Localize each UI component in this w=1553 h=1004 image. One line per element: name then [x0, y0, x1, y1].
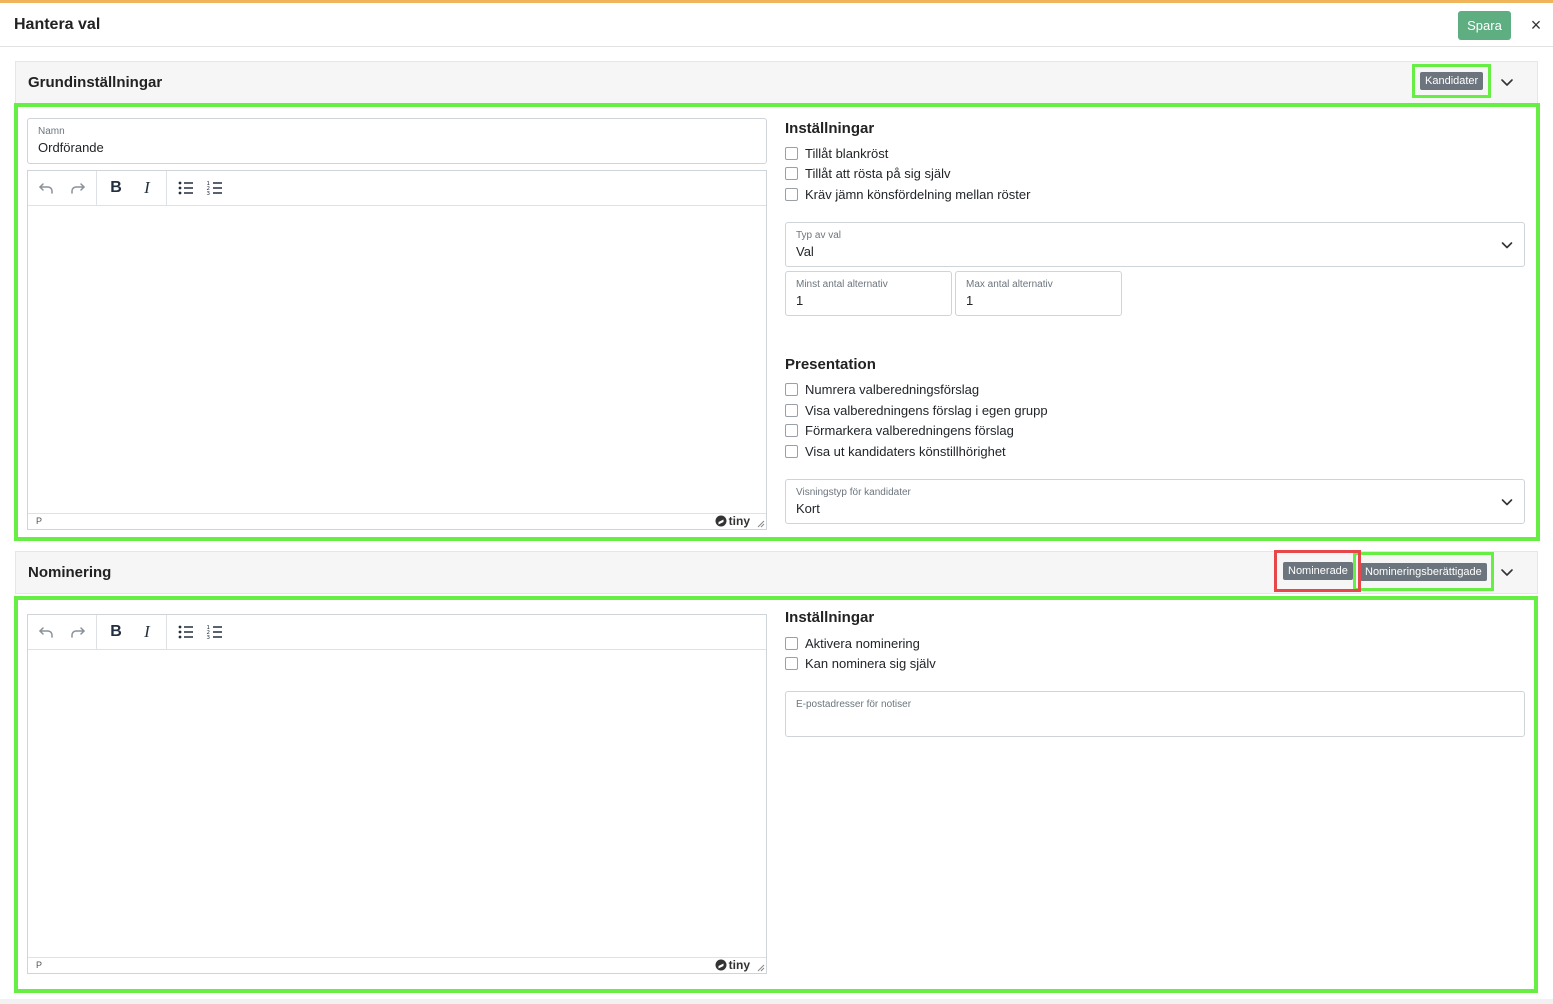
- checkbox-label: Visa valberedningens förslag i egen grup…: [805, 402, 1048, 418]
- checkbox-label: Kräv jämn könsfördelning mellan röster: [805, 186, 1031, 202]
- checkbox-show-gender[interactable]: Visa ut kandidaters könstillhörighet: [785, 442, 1006, 460]
- resize-handle-icon[interactable]: [757, 964, 765, 972]
- resize-handle-icon[interactable]: [757, 520, 765, 528]
- checkbox-proposals-own-group[interactable]: Visa valberedningens förslag i egen grup…: [785, 401, 1048, 419]
- checkbox-enable-nomination[interactable]: Aktivera nominering: [785, 634, 920, 652]
- nomination-settings-heading: Inställningar: [785, 609, 875, 626]
- modal-footer-edge: [0, 999, 1553, 1004]
- checkbox-label: Kan nominera sig själv: [805, 655, 936, 671]
- chevron-down-icon[interactable]: [1498, 493, 1516, 511]
- modal-header: Hantera val Spara ×: [0, 3, 1553, 47]
- bold-icon[interactable]: B: [104, 177, 128, 199]
- modal-title: Hantera val: [14, 16, 101, 33]
- checkbox-label: Aktivera nominering: [805, 635, 920, 651]
- settings-heading: Inställningar: [785, 120, 875, 137]
- name-field-label: Namn: [38, 126, 65, 137]
- checkbox-label: Tillåt blankröst: [805, 145, 889, 161]
- editor-element-path[interactable]: P: [36, 960, 42, 970]
- undo-icon[interactable]: [34, 621, 58, 643]
- nomination-editor[interactable]: B I 123 P tiny: [27, 614, 767, 974]
- checkbox-self-nominate[interactable]: Kan nominera sig själv: [785, 654, 936, 672]
- checkbox-allow-self-vote[interactable]: Tillåt att rösta på sig själv: [785, 164, 950, 182]
- section-title-basic: Grundinställningar: [28, 74, 163, 91]
- section-title-nomination: Nominering: [28, 564, 112, 581]
- tiny-logo-text: tiny: [728, 958, 750, 972]
- svg-text:3: 3: [207, 191, 211, 197]
- numbered-list-icon[interactable]: 123: [203, 177, 227, 199]
- display-type-label: Visningstyp för kandidater: [796, 487, 911, 498]
- bullet-list-icon[interactable]: [174, 177, 198, 199]
- bold-icon[interactable]: B: [104, 621, 128, 643]
- election-type-select[interactable]: Typ av val Val: [785, 222, 1525, 267]
- checkbox-label: Tillåt att rösta på sig själv: [805, 165, 951, 181]
- candidates-badge-highlight: Kandidater: [1412, 64, 1492, 98]
- max-alternatives-label: Max antal alternativ: [966, 279, 1053, 290]
- name-field[interactable]: Namn Ordförande: [27, 118, 767, 164]
- bullet-list-icon[interactable]: [174, 621, 198, 643]
- checkbox-number-proposals[interactable]: Numrera valberedningsförslag: [785, 380, 979, 398]
- checkbox-label: Förmarkera valberedningens förslag: [805, 422, 1014, 438]
- tiny-logo[interactable]: tiny: [715, 514, 750, 528]
- checkbox[interactable]: [785, 146, 798, 160]
- name-field-value[interactable]: Ordförande: [38, 140, 104, 155]
- checkbox-allow-blank[interactable]: Tillåt blankröst: [785, 144, 888, 162]
- italic-icon[interactable]: I: [135, 177, 159, 199]
- eligible-badge-highlight: Nomineringsberättigade: [1353, 552, 1494, 591]
- tiny-logo[interactable]: tiny: [715, 958, 750, 972]
- display-type-select[interactable]: Visningstyp för kandidater Kort: [785, 479, 1525, 524]
- max-alternatives-field[interactable]: Max antal alternativ 1: [955, 271, 1122, 316]
- close-icon[interactable]: ×: [1527, 14, 1545, 36]
- checkbox[interactable]: [785, 656, 798, 670]
- editor-element-path[interactable]: P: [36, 516, 42, 526]
- eligible-badge[interactable]: Nomineringsberättigade: [1360, 563, 1487, 581]
- nominated-badge-highlight: Nominerade: [1274, 550, 1361, 592]
- checkbox[interactable]: [785, 382, 798, 396]
- chevron-down-icon[interactable]: [1498, 236, 1516, 254]
- chevron-down-icon[interactable]: [1496, 561, 1518, 583]
- editor-statusbar: P tiny: [28, 957, 766, 973]
- checkbox-premark-proposals[interactable]: Förmarkera valberedningens förslag: [785, 421, 1014, 439]
- election-type-label: Typ av val: [796, 230, 842, 241]
- checkbox[interactable]: [785, 187, 798, 201]
- checkbox-label: Numrera valberedningsförslag: [805, 381, 980, 397]
- tiny-logo-text: tiny: [728, 514, 750, 528]
- undo-icon[interactable]: [34, 177, 58, 199]
- notification-emails-label: E-postadresser för notiser: [796, 699, 912, 710]
- svg-text:3: 3: [207, 635, 211, 641]
- min-alternatives-value[interactable]: 1: [796, 293, 803, 308]
- section-header-basic[interactable]: Grundinställningar: [15, 61, 1538, 104]
- checkbox[interactable]: [785, 403, 798, 417]
- min-alternatives-label: Minst antal alternativ: [796, 279, 888, 290]
- presentation-heading: Presentation: [785, 356, 876, 373]
- checkbox-label: Visa ut kandidaters könstillhörighet: [805, 443, 1006, 459]
- editor-statusbar: P tiny: [28, 513, 766, 529]
- checkbox[interactable]: [785, 636, 798, 650]
- checkbox[interactable]: [785, 166, 798, 180]
- min-alternatives-field[interactable]: Minst antal alternativ 1: [785, 271, 952, 316]
- redo-icon[interactable]: [66, 177, 90, 199]
- checkbox[interactable]: [785, 423, 798, 437]
- nominated-badge[interactable]: Nominerade: [1283, 562, 1353, 580]
- checkbox[interactable]: [785, 444, 798, 458]
- redo-icon[interactable]: [66, 621, 90, 643]
- save-button[interactable]: Spara: [1458, 11, 1511, 40]
- italic-icon[interactable]: I: [135, 621, 159, 643]
- candidates-badge[interactable]: Kandidater: [1420, 72, 1484, 90]
- election-type-value: Val: [796, 244, 814, 259]
- description-editor[interactable]: B I 123 P tiny: [27, 170, 767, 530]
- numbered-list-icon[interactable]: 123: [203, 621, 227, 643]
- editor-toolbar: B I 123: [28, 615, 766, 650]
- display-type-value: Kort: [796, 501, 820, 516]
- chevron-down-icon[interactable]: [1496, 71, 1518, 93]
- editor-toolbar: B I 123: [28, 171, 766, 206]
- max-alternatives-value[interactable]: 1: [966, 293, 973, 308]
- checkbox-gender-balance[interactable]: Kräv jämn könsfördelning mellan röster: [785, 185, 1030, 203]
- notification-emails-field[interactable]: E-postadresser för notiser: [785, 691, 1525, 737]
